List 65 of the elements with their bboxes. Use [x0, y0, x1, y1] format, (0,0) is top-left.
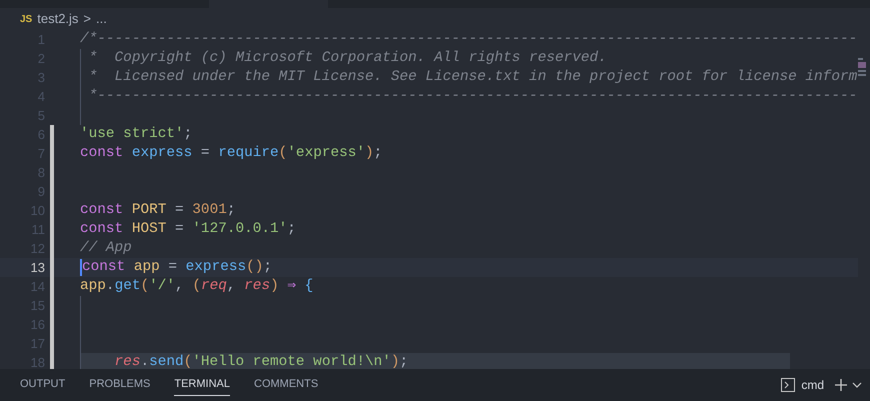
- panel-tab[interactable]: PROBLEMS: [89, 374, 150, 396]
- code-punctuation: ;: [226, 200, 236, 220]
- code-variable: app: [80, 276, 106, 296]
- code-punctuation: =: [167, 258, 178, 277]
- chevron-down-icon[interactable]: [852, 380, 862, 390]
- code-identifier: send: [149, 352, 184, 369]
- code-punctuation: ,: [226, 276, 237, 296]
- code-punctuation: ;: [400, 352, 408, 369]
- code-punctuation: =: [174, 220, 185, 239]
- code-string: 'express': [287, 144, 366, 163]
- line-number: 13: [30, 258, 45, 277]
- code-keyword: const: [80, 220, 124, 239]
- panel-tab[interactable]: OUTPUT: [20, 374, 66, 396]
- code-bracket: (: [184, 352, 192, 369]
- code-variable: HOST: [130, 220, 166, 239]
- code-comment: *----------------------------------------------------------------------------------------: [88, 86, 858, 106]
- code-string: 'use strict': [80, 124, 184, 144]
- code-bracket: (: [140, 276, 150, 296]
- code-punctuation: ;: [184, 124, 192, 144]
- code-bracket: (: [278, 144, 288, 163]
- breadcrumb-more[interactable]: ...: [96, 9, 107, 29]
- code-punctuation: ;: [287, 220, 296, 239]
- code-string: '127.0.0.1': [192, 220, 288, 239]
- code-punctuation: ,: [175, 276, 185, 296]
- code-identifier: get: [114, 276, 140, 296]
- code-keyword: const: [80, 200, 124, 220]
- terminal-selector[interactable]: cmd: [801, 376, 824, 394]
- code-bracket: ): [390, 352, 400, 369]
- code-punctuation: ;: [263, 258, 272, 277]
- panel-tab[interactable]: COMMENTS: [254, 374, 318, 396]
- code-keyword: ⇒: [286, 276, 296, 296]
- code-identifier: {: [304, 276, 314, 296]
- code-identifier: require: [218, 144, 279, 163]
- code-keyword: const: [82, 258, 126, 277]
- code-parameter: req: [200, 276, 227, 296]
- code-punctuation: .: [106, 276, 115, 296]
- code-bracket: ): [365, 144, 374, 163]
- terminal-icon: [781, 378, 796, 392]
- code-identifier: express: [186, 258, 246, 277]
- code-bracket: (: [192, 276, 201, 296]
- code-bracket: (): [246, 258, 264, 277]
- breadcrumb-separator: >: [83, 10, 92, 28]
- javascript-file-icon: JS: [20, 12, 32, 26]
- code-punctuation: ;: [374, 144, 382, 163]
- code-number: 3001: [192, 200, 227, 220]
- code-identifier: express: [130, 144, 192, 163]
- code-punctuation: =: [174, 200, 185, 220]
- panel-tab[interactable]: TERMINAL: [174, 374, 230, 396]
- code-parameter: res: [244, 276, 270, 296]
- code-parameter: res: [114, 352, 140, 369]
- code-comment: // App: [80, 238, 132, 258]
- breadcrumb-file[interactable]: test2.js: [37, 9, 78, 29]
- add-terminal-icon[interactable]: [834, 378, 848, 392]
- code-string: 'Hello remote world!\n': [192, 352, 391, 369]
- code-variable: PORT: [130, 200, 166, 220]
- code-comment: /*----------------------------------------------------------------------------------------: [80, 30, 858, 49]
- code-keyword: const: [80, 144, 124, 163]
- text-caret: [80, 259, 82, 276]
- code-punctuation: .: [140, 352, 150, 369]
- code-bracket: ): [270, 276, 279, 296]
- code-comment: * Copyright (c) Microsoft Corporation. All rights reserved.: [88, 48, 607, 68]
- code-punctuation: =: [200, 144, 211, 163]
- code-string: '/': [149, 276, 176, 296]
- code-comment: * Licensed under the MIT License. See License.txt in the project root for license inform: [88, 68, 858, 87]
- code-variable: app: [132, 258, 160, 277]
